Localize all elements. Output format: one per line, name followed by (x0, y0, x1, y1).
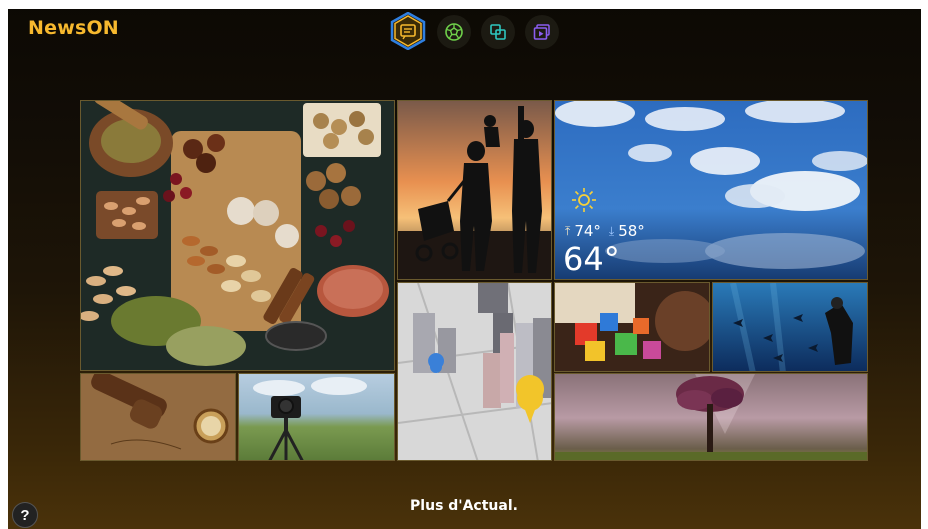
weather-high: 74° (574, 222, 601, 240)
news-icon (390, 12, 426, 50)
camera-tripod-image (239, 374, 394, 460)
tile-diver[interactable] (712, 282, 868, 372)
tab-sports[interactable] (437, 15, 471, 49)
video-stack-icon (533, 24, 550, 40)
pink-tree-image (555, 374, 867, 460)
tile-camera-tripod[interactable] (238, 373, 395, 461)
weather-range: ⤒ 74° ⤓ 58° (565, 222, 645, 240)
screen-frame-right (921, 0, 928, 529)
arrow-up-icon: ⤒ (565, 223, 571, 238)
news-app-screen: NewsON ⤒ 74° ⤓ 58° 64° ? Plus d'Actual. (0, 0, 928, 529)
screen-frame-left (0, 0, 8, 529)
family-sunset-image (398, 101, 551, 279)
category-tabs (389, 12, 559, 50)
kid-blocks-image (555, 283, 709, 371)
weather-current: 64° (563, 240, 620, 278)
tile-food-spices[interactable] (80, 100, 395, 371)
screen-frame-top (0, 0, 928, 9)
weather-low: 58° (618, 222, 645, 240)
food-spices-image (81, 101, 394, 370)
tab-videos[interactable] (525, 15, 559, 49)
sun-icon (572, 188, 596, 212)
soccer-ball-icon (445, 23, 463, 41)
content-tile-grid: ⤒ 74° ⤓ 58° 64° (80, 100, 868, 461)
tile-pink-tree[interactable] (554, 373, 868, 461)
tile-weather[interactable]: ⤒ 74° ⤓ 58° 64° (554, 100, 868, 280)
tile-kid-blocks[interactable] (554, 282, 710, 372)
tab-news[interactable] (389, 12, 427, 50)
city-map-image (398, 283, 551, 460)
tile-family-sunset[interactable] (397, 100, 552, 280)
tile-city-map[interactable] (397, 282, 552, 461)
old-map-compass-image (81, 374, 235, 460)
more-news-link[interactable]: Plus d'Actual. (0, 498, 928, 514)
overlapping-squares-icon (490, 24, 506, 40)
arrow-down-icon: ⤓ (608, 223, 615, 238)
diver-underwater-image (713, 283, 867, 371)
app-title: NewsON (28, 17, 119, 39)
tab-apps[interactable] (481, 15, 515, 49)
tile-old-map-compass[interactable] (80, 373, 236, 461)
